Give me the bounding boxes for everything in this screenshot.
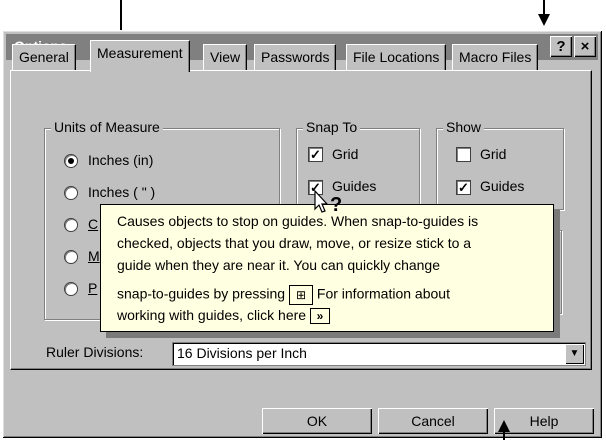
dropdown-arrow-icon[interactable]: ▼ bbox=[565, 344, 584, 364]
close-button[interactable]: × bbox=[574, 36, 596, 57]
help-tooltip: Causes objects to stop on guides. When s… bbox=[100, 204, 554, 332]
tab-file-locations[interactable]: File Locations bbox=[346, 44, 447, 71]
ruler-divisions-label: Ruler Divisions: bbox=[46, 344, 144, 360]
radio-option-p[interactable] bbox=[64, 282, 78, 296]
tab-general[interactable]: General bbox=[12, 44, 76, 71]
tab-measurement[interactable]: Measurement bbox=[90, 40, 190, 72]
help-title-button[interactable]: ? bbox=[550, 36, 572, 57]
ruler-divisions-dropdown[interactable]: 16 Divisions per Inch ▼ bbox=[172, 342, 586, 366]
tab-passwords[interactable]: Passwords bbox=[254, 44, 337, 71]
radio-selected-dot bbox=[68, 158, 74, 164]
tab-view[interactable]: View bbox=[203, 44, 248, 71]
tooltip-line-3: guide when they are near it. You can qui… bbox=[117, 257, 441, 273]
arrow-down-icon bbox=[538, 14, 550, 26]
tooltip-line-4-pre: snap-to-guides by pressing bbox=[117, 285, 286, 302]
show-group: Show bbox=[436, 119, 564, 210]
snap-grid-label[interactable]: Grid bbox=[332, 146, 358, 162]
jump-link-icon[interactable]: » bbox=[309, 308, 330, 325]
snap-grid-checkbox[interactable]: ✓ bbox=[308, 147, 323, 162]
show-group-label: Show bbox=[443, 119, 485, 135]
tooltip-line-4: snap-to-guides by pressing ⊞ For informa… bbox=[117, 285, 450, 305]
option-m-label[interactable]: M bbox=[88, 248, 100, 264]
option-inches-in-label[interactable]: Inches (in) bbox=[88, 152, 153, 168]
show-guides-checkbox[interactable]: ✓ bbox=[456, 180, 471, 195]
show-grid-checkbox[interactable] bbox=[456, 147, 471, 162]
ruler-divisions-value: 16 Divisions per Inch bbox=[177, 345, 307, 361]
option-p-label[interactable]: P bbox=[88, 280, 97, 296]
tooltip-line-4-post: For information about bbox=[316, 285, 450, 302]
option-inches-quote-label[interactable]: Inches ( " ) bbox=[88, 184, 155, 200]
radio-option-m[interactable] bbox=[64, 250, 78, 264]
option-c-label[interactable]: C bbox=[88, 216, 98, 232]
radio-inches-quote[interactable] bbox=[64, 186, 78, 200]
tooltip-line-5: working with guides, click here » bbox=[117, 307, 330, 325]
svg-text:?: ? bbox=[330, 194, 342, 216]
snap-to-group-label: Snap To bbox=[303, 119, 361, 135]
tooltip-line-1: Causes objects to stop on guides. When s… bbox=[117, 213, 479, 229]
snap-guides-toolbar-icon: ⊞ bbox=[289, 285, 313, 305]
arrow-up-line bbox=[503, 430, 505, 440]
tooltip-line-5-text: working with guides, click here bbox=[117, 307, 307, 323]
units-group-label: Units of Measure bbox=[51, 119, 163, 135]
radio-inches-in[interactable] bbox=[64, 154, 78, 168]
tooltip-line-2: checked, objects that you draw, move, or… bbox=[117, 235, 472, 251]
tab-macro-files[interactable]: Macro Files bbox=[452, 44, 539, 71]
show-grid-label[interactable]: Grid bbox=[480, 146, 506, 162]
show-guides-label[interactable]: Guides bbox=[480, 178, 524, 194]
cancel-button[interactable]: Cancel bbox=[378, 408, 488, 434]
radio-option-c[interactable] bbox=[64, 218, 78, 232]
help-cursor-icon: ? bbox=[314, 189, 348, 222]
ok-button[interactable]: OK bbox=[262, 408, 372, 434]
